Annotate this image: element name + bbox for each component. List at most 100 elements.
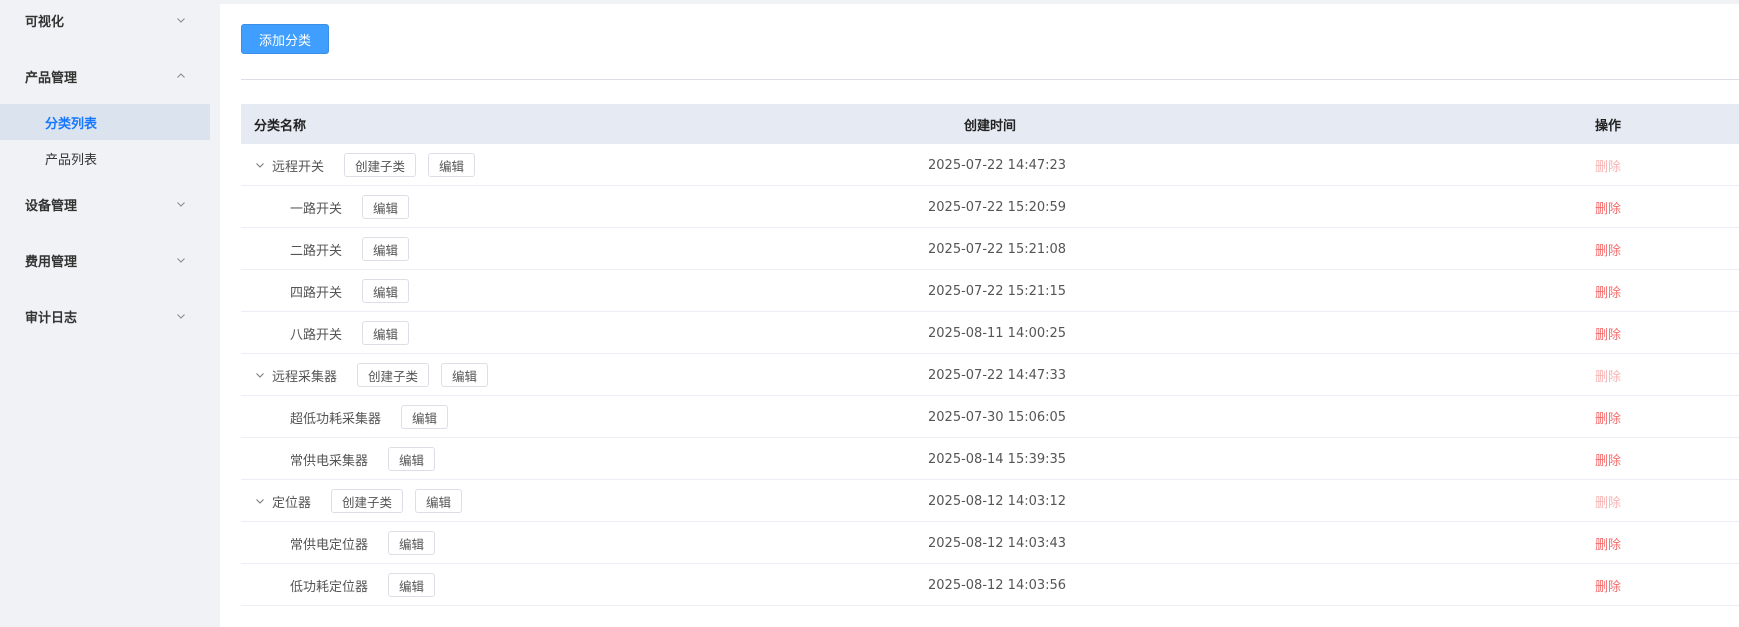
- category-name: 远程采集器: [272, 369, 338, 385]
- cell-category-name: 超低功耗采集器 编辑: [241, 396, 460, 438]
- cell-operations: 删除: [1595, 564, 1621, 606]
- edit-button[interactable]: 编辑: [401, 405, 449, 429]
- delete-link[interactable]: 删除: [1595, 534, 1621, 553]
- edit-button[interactable]: 编辑: [388, 531, 436, 555]
- cell-category-name: 常供电采集器 编辑: [241, 438, 447, 480]
- create-subcategory-button[interactable]: 创建子类: [357, 363, 430, 387]
- table-row: 常供电定位器 编辑 2025-08-12 14:03:43 删除: [241, 522, 1739, 564]
- expand-chevron-icon[interactable]: [253, 158, 267, 172]
- cell-operations: 删除: [1595, 396, 1621, 438]
- expand-chevron-icon[interactable]: [253, 494, 267, 508]
- delete-link: 删除: [1595, 159, 1622, 175]
- expand-chevron-icon[interactable]: [253, 368, 267, 382]
- cell-operations: 删除: [1595, 186, 1621, 228]
- menu-group-label: 费用管理: [25, 254, 78, 270]
- delete-link[interactable]: 删除: [1595, 240, 1621, 259]
- category-name: 常供电定位器: [290, 537, 369, 553]
- cell-operations: 删除: [1595, 438, 1621, 480]
- category-name: 定位器: [272, 495, 312, 511]
- menu-group-audit-log[interactable]: 审计日志: [0, 296, 210, 336]
- table-row: 远程开关 创建子类 编辑 2025-07-22 14:47:23 删除: [241, 144, 1739, 186]
- cell-created-time: 2025-08-12 14:03:56: [928, 577, 1067, 593]
- column-header-created-time: 创建时间: [964, 118, 1017, 134]
- cell-created-time: 2025-07-30 15:06:05: [928, 409, 1067, 425]
- category-name: 一路开关: [290, 201, 343, 217]
- edit-button[interactable]: 编辑: [362, 195, 410, 219]
- cell-category-name: 一路开关 编辑: [241, 186, 421, 228]
- cell-operations: 删除: [1595, 228, 1621, 270]
- delete-link: 删除: [1595, 495, 1622, 511]
- create-subcategory-button[interactable]: 创建子类: [344, 153, 417, 177]
- cell-created-time: 2025-07-22 14:47:33: [928, 367, 1067, 383]
- menu-group-label: 可视化: [25, 14, 65, 30]
- menu-group-product-management[interactable]: 产品管理: [0, 56, 210, 96]
- table-row: 常供电采集器 编辑 2025-08-14 15:39:35 删除: [241, 438, 1739, 480]
- cell-category-name: 二路开关 编辑: [241, 228, 421, 270]
- sidebar-item-category-list[interactable]: 分类列表: [0, 104, 210, 140]
- cell-category-name: 远程开关 创建子类 编辑: [241, 144, 487, 186]
- delete-link[interactable]: 删除: [1595, 198, 1621, 217]
- delete-link: 删除: [1595, 369, 1622, 385]
- cell-category-name: 定位器 创建子类 编辑: [241, 480, 474, 522]
- sidebar-item-product-list[interactable]: 产品列表: [0, 140, 210, 176]
- cell-operations: 删除: [1595, 354, 1621, 396]
- add-category-button[interactable]: 添加分类: [241, 24, 329, 54]
- edit-button[interactable]: 编辑: [415, 489, 463, 513]
- create-subcategory-button[interactable]: 创建子类: [331, 489, 404, 513]
- delete-link[interactable]: 删除: [1595, 450, 1621, 469]
- category-name: 四路开关: [290, 285, 343, 301]
- table-row: 低功耗定位器 编辑 2025-08-12 14:03:56 删除: [241, 564, 1739, 606]
- cell-category-name: 远程采集器 创建子类 编辑: [241, 354, 500, 396]
- column-header-operations: 操作: [1595, 118, 1622, 134]
- edit-button[interactable]: 编辑: [441, 363, 489, 387]
- cell-operations: 删除: [1595, 480, 1621, 522]
- delete-link[interactable]: 删除: [1595, 282, 1621, 301]
- cell-created-time: 2025-08-11 14:00:25: [928, 325, 1067, 341]
- cell-created-time: 2025-07-22 15:20:59: [928, 199, 1067, 215]
- menu-group-visualization[interactable]: 可视化: [0, 0, 210, 40]
- menu-group-label: 设备管理: [25, 198, 78, 214]
- chevron-down-icon: [176, 255, 186, 265]
- category-name: 远程开关: [272, 159, 325, 175]
- divider: [241, 79, 1739, 80]
- category-name: 超低功耗采集器: [290, 411, 382, 427]
- main-panel: 添加分类 分类名称 创建时间 操作 远程开关 创建子类 编辑 2025-07-22 1…: [220, 4, 1739, 627]
- table-row: 定位器 创建子类 编辑 2025-08-12 14:03:12 删除: [241, 480, 1739, 522]
- chevron-down-icon: [176, 311, 186, 321]
- edit-button[interactable]: 编辑: [362, 279, 410, 303]
- table-row: 二路开关 编辑 2025-07-22 15:21:08 删除: [241, 228, 1739, 270]
- edit-button[interactable]: 编辑: [388, 573, 436, 597]
- category-name: 常供电采集器: [290, 453, 369, 469]
- cell-created-time: 2025-08-14 15:39:35: [928, 451, 1067, 467]
- menu-group-device-management[interactable]: 设备管理: [0, 184, 210, 224]
- category-table: 分类名称 创建时间 操作 远程开关 创建子类 编辑 2025-07-22 14:47:…: [241, 104, 1739, 606]
- edit-button[interactable]: 编辑: [428, 153, 476, 177]
- edit-button[interactable]: 编辑: [388, 447, 436, 471]
- chevron-down-icon: [176, 15, 186, 25]
- cell-operations: 删除: [1595, 270, 1621, 312]
- cell-created-time: 2025-07-22 15:21:08: [928, 241, 1067, 257]
- cell-category-name: 四路开关 编辑: [241, 270, 421, 312]
- cell-operations: 删除: [1595, 312, 1621, 354]
- cell-created-time: 2025-08-12 14:03:12: [928, 493, 1067, 509]
- delete-link[interactable]: 删除: [1595, 408, 1621, 427]
- delete-link[interactable]: 删除: [1595, 576, 1621, 595]
- category-name: 低功耗定位器: [290, 579, 369, 595]
- cell-created-time: 2025-07-22 14:47:23: [928, 157, 1067, 173]
- edit-button[interactable]: 编辑: [362, 237, 410, 261]
- cell-created-time: 2025-08-12 14:03:43: [928, 535, 1067, 551]
- edit-button[interactable]: 编辑: [362, 321, 410, 345]
- cell-created-time: 2025-07-22 15:21:15: [928, 283, 1067, 299]
- cell-category-name: 八路开关 编辑: [241, 312, 421, 354]
- delete-link[interactable]: 删除: [1595, 324, 1621, 343]
- menu-group-fee-management[interactable]: 费用管理: [0, 240, 210, 280]
- chevron-up-icon: [176, 71, 186, 81]
- sidebar: 可视化 产品管理 分类列表 产品列表 设备管理 费用管理 审计日志: [0, 0, 210, 627]
- table-body: 远程开关 创建子类 编辑 2025-07-22 14:47:23 删除 一路开关 编辑 202…: [241, 144, 1739, 606]
- chevron-down-icon: [176, 199, 186, 209]
- table-row: 四路开关 编辑 2025-07-22 15:21:15 删除: [241, 270, 1739, 312]
- category-name: 八路开关: [290, 327, 343, 343]
- menu-group-label: 审计日志: [25, 310, 78, 326]
- cell-category-name: 低功耗定位器 编辑: [241, 564, 447, 606]
- menu-group-label: 产品管理: [25, 70, 78, 86]
